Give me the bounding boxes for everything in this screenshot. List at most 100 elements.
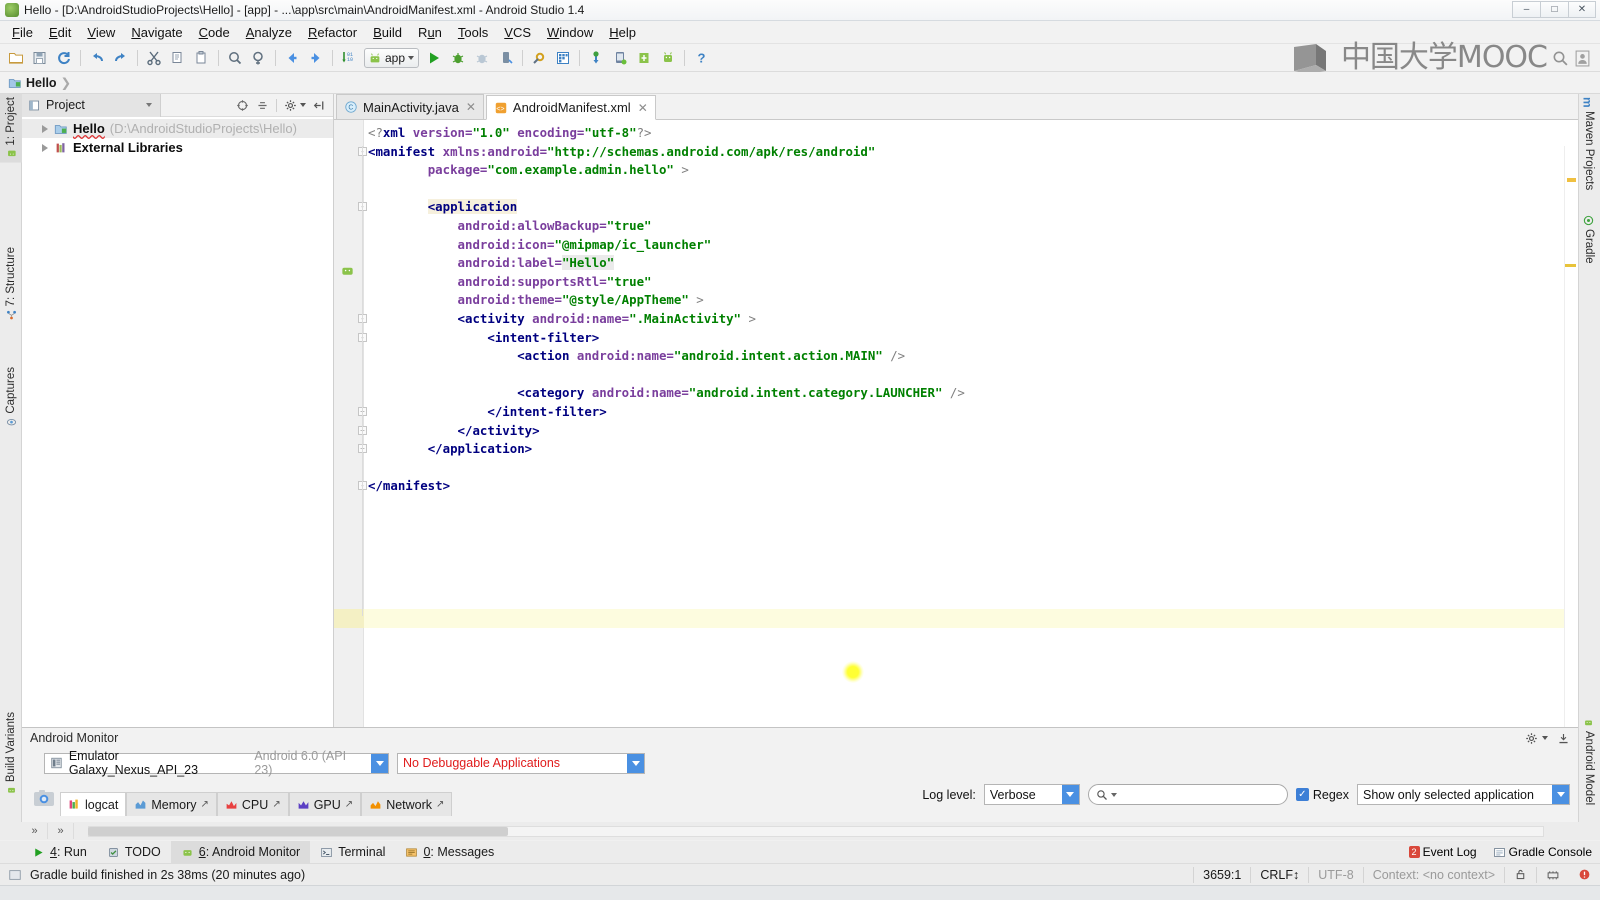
inspection-error-icon[interactable]: [1569, 867, 1600, 883]
chevron-down-icon[interactable]: [300, 103, 306, 107]
scope-filter-selector[interactable]: Show only selected application: [1357, 784, 1570, 805]
monitor-tab-cpu[interactable]: CPU ↗: [216, 792, 289, 816]
monitor-tab-logcat[interactable]: logcat: [60, 792, 127, 816]
rail-item-build-variants[interactable]: Build Variants: [0, 709, 22, 799]
rail-item-structure[interactable]: 7: Structure: [0, 244, 22, 323]
run-configuration-selector[interactable]: app: [364, 47, 420, 68]
expand-triangle-icon[interactable]: [42, 143, 48, 152]
android-gutter-icon[interactable]: [340, 263, 355, 278]
hide-panel-icon[interactable]: [313, 99, 326, 112]
close-icon[interactable]: ✕: [466, 100, 476, 114]
detach-icon[interactable]: ↗: [436, 799, 444, 810]
device-monitor-icon[interactable]: [608, 47, 632, 69]
project-tab[interactable]: Project: [22, 93, 161, 117]
rail-item-android-model[interactable]: Android Model: [1578, 714, 1600, 808]
save-all-icon[interactable]: [28, 47, 52, 69]
debug-icon[interactable]: [446, 47, 470, 69]
memory-indicator-icon[interactable]: [1536, 866, 1569, 883]
coverage-icon[interactable]: [470, 47, 494, 69]
menu-file[interactable]: File: [4, 22, 41, 43]
caret-position[interactable]: 3659:1: [1193, 866, 1250, 883]
process-dropdown-button[interactable]: [627, 753, 644, 773]
regex-checkbox[interactable]: ✓: [1295, 788, 1309, 801]
tree-node-hello[interactable]: Hello (D:\AndroidStudioProjects\Hello): [22, 119, 333, 138]
find-icon[interactable]: [223, 47, 247, 69]
forward-icon[interactable]: [304, 47, 328, 69]
scope-filter-dropdown-button[interactable]: [1552, 785, 1569, 804]
sdk-manager-icon[interactable]: [527, 47, 551, 69]
gear-icon[interactable]: [1525, 732, 1538, 745]
editor-tab-androidmanifest-xml[interactable]: <> AndroidManifest.xml ✕: [485, 95, 656, 120]
close-button[interactable]: ✕: [1568, 1, 1596, 18]
help-icon[interactable]: ?: [689, 47, 713, 69]
expand-right-chevron-icon[interactable]: »: [48, 823, 74, 839]
device-dropdown-button[interactable]: [371, 753, 388, 773]
replace-icon[interactable]: [247, 47, 271, 69]
menu-edit[interactable]: Edit: [41, 22, 79, 43]
android-device-icon[interactable]: [656, 47, 680, 69]
menu-analyze[interactable]: Analyze: [238, 22, 300, 43]
horizontal-scrollbar-thumb[interactable]: [88, 827, 508, 836]
expand-all-icon[interactable]: [256, 99, 269, 112]
chevron-down-icon[interactable]: [145, 103, 152, 107]
log-level-selector[interactable]: Verbose: [983, 784, 1080, 805]
close-icon[interactable]: ✕: [638, 101, 648, 115]
rail-item-maven-projects[interactable]: m Maven Projects: [1578, 94, 1600, 193]
menu-build[interactable]: Build: [365, 22, 410, 43]
menu-help[interactable]: Help: [601, 22, 644, 43]
detach-icon[interactable]: ↗: [272, 799, 280, 810]
menu-view[interactable]: View: [79, 22, 123, 43]
sync-gradle-icon[interactable]: [584, 47, 608, 69]
code-editor[interactable]: ----+++- <?xml version="1.0" encoding="u…: [334, 120, 1578, 731]
event-log-button[interactable]: 2 Event Log: [1408, 845, 1477, 859]
undo-icon[interactable]: [85, 47, 109, 69]
editor-vertical-scrollbar[interactable]: [1564, 146, 1578, 731]
context-indicator[interactable]: Context: <no context>: [1362, 866, 1504, 883]
search-icon[interactable]: [1552, 50, 1569, 67]
rail-item-project[interactable]: 1: Project: [0, 94, 22, 163]
screenshot-camera-icon[interactable]: [28, 783, 60, 813]
breadcrumb-project[interactable]: Hello ❯: [8, 75, 71, 90]
open-folder-icon[interactable]: [4, 47, 28, 69]
monitor-tab-gpu[interactable]: GPU ↗: [288, 792, 362, 816]
file-encoding[interactable]: UTF-8: [1308, 866, 1362, 883]
sync-icon[interactable]: [52, 47, 76, 69]
line-separator[interactable]: CRLF↕: [1250, 866, 1308, 883]
cut-icon[interactable]: [142, 47, 166, 69]
chevron-down-icon[interactable]: [408, 55, 415, 60]
editor-tab-mainactivity-java[interactable]: C MainActivity.java ✕: [336, 94, 484, 119]
lock-icon[interactable]: [1504, 866, 1536, 883]
expand-left-chevron-icon[interactable]: »: [22, 823, 48, 839]
copy-icon[interactable]: [166, 47, 190, 69]
compile-icon[interactable]: 01 10: [337, 47, 361, 69]
menu-vcs[interactable]: VCS: [496, 22, 539, 43]
process-selector[interactable]: No Debuggable Applications: [397, 752, 645, 774]
menu-navigate[interactable]: Navigate: [123, 22, 190, 43]
tree-node-external-libraries[interactable]: External Libraries: [22, 138, 333, 157]
menu-run[interactable]: Run: [410, 22, 450, 43]
monitor-tab-network[interactable]: Network ↗: [361, 792, 453, 816]
detach-icon[interactable]: ↗: [345, 799, 353, 810]
attach-debugger-icon[interactable]: [494, 47, 518, 69]
minimize-button[interactable]: –: [1512, 1, 1540, 18]
menu-tools[interactable]: Tools: [450, 22, 496, 43]
hide-panel-icon[interactable]: [1557, 732, 1570, 745]
chevron-down-icon[interactable]: [1542, 736, 1548, 740]
collapse-target-icon[interactable]: [236, 99, 249, 112]
bottom-tab-0-messages[interactable]: 0: Messages: [395, 841, 504, 863]
menu-refactor[interactable]: Refactor: [300, 22, 365, 43]
logcat-search-input[interactable]: [1087, 784, 1288, 805]
menu-code[interactable]: Code: [191, 22, 238, 43]
menu-window[interactable]: Window: [539, 22, 601, 43]
detach-icon[interactable]: ↗: [201, 799, 209, 810]
gradle-console-button[interactable]: Gradle Console: [1493, 845, 1592, 859]
bottom-tab-todo[interactable]: TODO: [97, 841, 171, 863]
device-selector[interactable]: Emulator Galaxy_Nexus_API_23 Android 6.0…: [44, 749, 389, 777]
bottom-tab-6-android-monitor[interactable]: 6: Android Monitor: [170, 841, 311, 863]
paste-icon[interactable]: [190, 47, 214, 69]
rail-item-gradle[interactable]: Gradle: [1578, 212, 1600, 267]
rail-item-captures[interactable]: Captures: [0, 364, 22, 431]
code-text[interactable]: <?xml version="1.0" encoding="utf-8"?> <m…: [368, 124, 1548, 496]
gear-icon[interactable]: [284, 99, 297, 112]
user-icon[interactable]: [1575, 50, 1590, 67]
